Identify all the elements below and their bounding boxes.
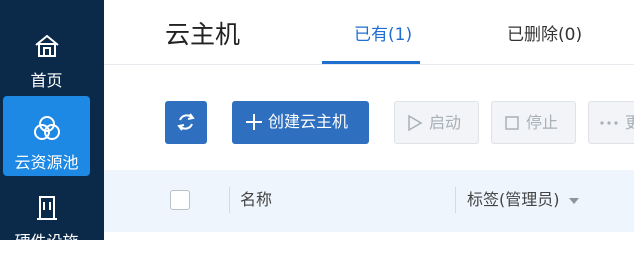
hardware-icon [37,196,57,220]
select-all-checkbox[interactable] [170,190,190,210]
refresh-icon [177,113,195,131]
page-title: 云主机 [165,20,241,49]
create-instance-button[interactable]: 创建云主机 [232,101,369,144]
sidebar-item-cloud-pool[interactable]: 云资源池 [3,96,90,176]
more-button[interactable]: 更 [588,101,634,144]
sidebar-item-label: 首页 [30,71,63,90]
start-label: 启动 [429,113,462,132]
start-button[interactable]: 启动 [394,101,479,144]
column-header-name[interactable]: 名称 [240,188,272,212]
tab-deleted[interactable]: 已删除(0) [507,22,582,48]
header-divider [104,64,634,65]
sidebar-item-label: 硬件设施 [14,232,79,251]
column-divider [229,187,230,213]
column-header-tag[interactable]: 标签(管理员) [467,188,560,212]
create-instance-label: 创建云主机 [268,112,349,131]
stop-icon [505,116,519,130]
chevron-down-icon[interactable] [569,198,579,204]
sidebar-item-label: 云资源池 [14,153,79,172]
column-divider [455,187,456,213]
sidebar-item-home[interactable]: 首页 [3,14,90,94]
cloud-resource-pool-icon [34,116,60,140]
play-icon [408,114,423,132]
stop-button[interactable]: 停止 [491,101,576,144]
more-label: 更 [625,113,634,132]
sidebar-item-hardware[interactable]: 硬件设施 [3,180,90,260]
tab-existing[interactable]: 已有(1) [354,22,412,48]
plus-icon [246,114,262,130]
stop-label: 停止 [526,113,559,132]
more-dots-icon [600,121,618,125]
sidebar: 首页 云资源池 硬件设施 [0,0,104,251]
refresh-button[interactable] [165,101,207,144]
home-icon [35,34,59,57]
